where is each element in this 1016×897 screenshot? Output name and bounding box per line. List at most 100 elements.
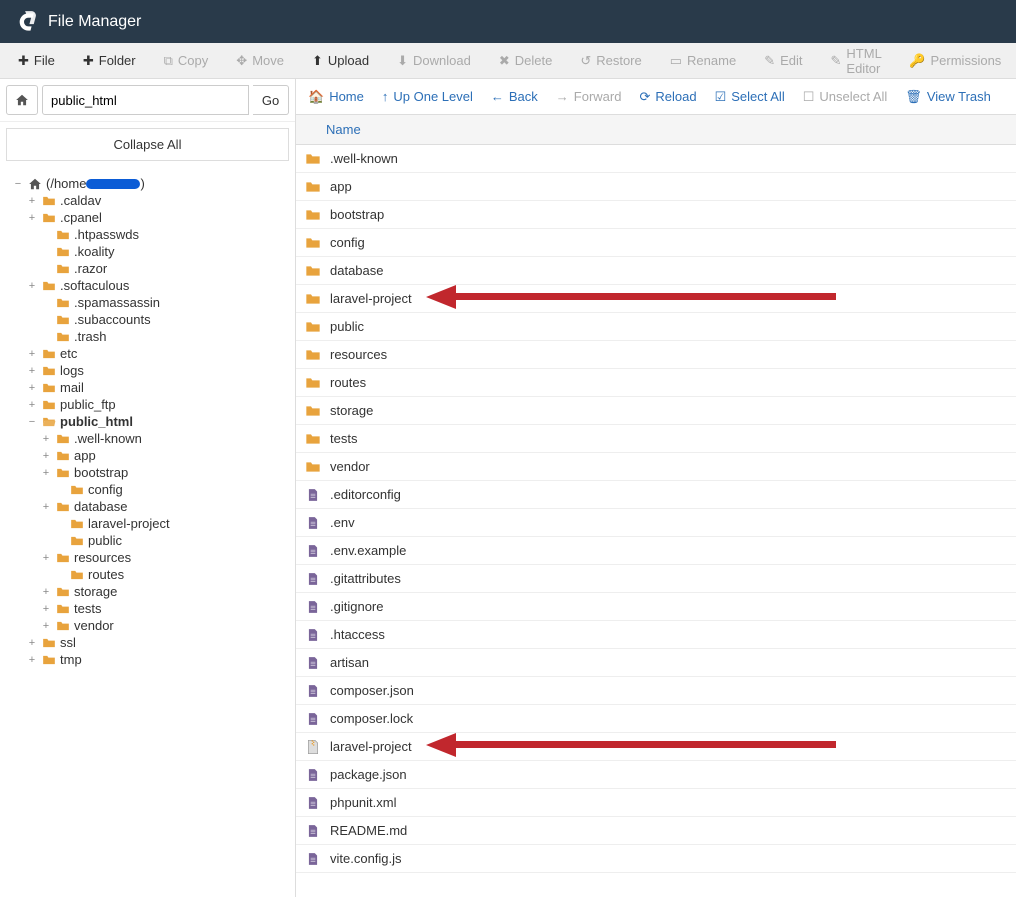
tree-toggle-icon[interactable]: − (26, 416, 38, 428)
tree-node[interactable]: +tests (4, 600, 291, 617)
tree-toggle-icon[interactable]: + (40, 433, 52, 445)
folder-icon (55, 296, 71, 310)
folder-button[interactable]: ✚Folder (73, 47, 146, 75)
file-row[interactable]: config (296, 229, 1016, 257)
tree-toggle-icon[interactable]: + (40, 450, 52, 462)
tree-toggle-icon[interactable]: + (26, 280, 38, 292)
home-button[interactable] (6, 85, 38, 115)
file-row[interactable]: README.md (296, 817, 1016, 845)
tree-toggle-icon[interactable]: + (26, 195, 38, 207)
file-row[interactable]: phpunit.xml (296, 789, 1016, 817)
nav-back-button[interactable]: ←Back (491, 89, 538, 104)
tree-toggle-icon[interactable]: + (26, 637, 38, 649)
file-row[interactable]: routes (296, 369, 1016, 397)
tree-toggle-icon[interactable]: + (40, 586, 52, 598)
tree-toggle-icon[interactable]: + (26, 212, 38, 224)
path-input[interactable] (42, 85, 249, 115)
tree-node[interactable]: +.softaculous (4, 277, 291, 294)
tree-node[interactable]: −(/home) (4, 175, 291, 192)
nav-unselect-all-button[interactable]: ☐Unselect All (803, 89, 888, 105)
tree-toggle-icon[interactable]: − (12, 178, 24, 190)
tree-node[interactable]: +bootstrap (4, 464, 291, 481)
tree-node[interactable]: .spamassassin (4, 294, 291, 311)
tree-node[interactable]: +ssl (4, 634, 291, 651)
upload-button[interactable]: ⬆Upload (302, 47, 379, 75)
nav-select-all-button[interactable]: ☑Select All (715, 89, 785, 105)
file-row[interactable]: .env (296, 509, 1016, 537)
tree-toggle-icon[interactable]: + (26, 348, 38, 360)
tree-node[interactable]: +.caldav (4, 192, 291, 209)
file-row[interactable]: .well-known (296, 145, 1016, 173)
restore-button[interactable]: ↺Restore (570, 47, 651, 75)
nav-view-trash-button[interactable]: 🗑View Trash (905, 89, 991, 105)
tree-node[interactable]: −public_html (4, 413, 291, 430)
file-row[interactable]: composer.lock (296, 705, 1016, 733)
tree-toggle-icon[interactable]: + (40, 603, 52, 615)
tree-node[interactable]: +app (4, 447, 291, 464)
tree-node[interactable]: .htpasswds (4, 226, 291, 243)
tree-node[interactable]: +logs (4, 362, 291, 379)
nav-reload-button[interactable]: ⟳Reload (639, 89, 696, 105)
tree-node[interactable]: routes (4, 566, 291, 583)
rename-button[interactable]: ▭Rename (660, 47, 746, 75)
file-row[interactable]: app (296, 173, 1016, 201)
edit-button[interactable]: ✎Edit (754, 47, 812, 75)
permissions-button[interactable]: 🔑Permissions (899, 47, 1011, 75)
file-row[interactable]: resources (296, 341, 1016, 369)
tree-toggle-icon[interactable]: + (26, 382, 38, 394)
file-row[interactable]: .env.example (296, 537, 1016, 565)
file-row[interactable]: storage (296, 397, 1016, 425)
html-editor-button[interactable]: ✎HTML Editor (821, 40, 892, 82)
nav-forward-button[interactable]: →Forward (556, 89, 622, 104)
tree-node[interactable]: +vendor (4, 617, 291, 634)
file-row[interactable]: vendor (296, 453, 1016, 481)
file-row[interactable]: package.json (296, 761, 1016, 789)
tree-toggle-icon[interactable]: + (26, 365, 38, 377)
go-button[interactable]: Go (253, 85, 289, 115)
tree-toggle-icon[interactable]: + (40, 620, 52, 632)
download-button[interactable]: ⬇Download (387, 47, 481, 75)
tree-toggle-icon[interactable]: + (26, 399, 38, 411)
column-header-name[interactable]: Name (296, 115, 1016, 145)
delete-button[interactable]: ✖Delete (489, 47, 562, 75)
file-row[interactable]: database (296, 257, 1016, 285)
file-row[interactable]: composer.json (296, 677, 1016, 705)
tree-node[interactable]: +tmp (4, 651, 291, 668)
file-row[interactable]: bootstrap (296, 201, 1016, 229)
file-row[interactable]: .editorconfig (296, 481, 1016, 509)
file-row[interactable]: .gitattributes (296, 565, 1016, 593)
tree-toggle-icon[interactable]: + (40, 552, 52, 564)
file-row[interactable]: laravel-project (296, 285, 1016, 313)
tree-node[interactable]: .razor (4, 260, 291, 277)
tree-toggle-icon[interactable]: + (40, 501, 52, 513)
file-row[interactable]: tests (296, 425, 1016, 453)
nav-home-button[interactable]: 🏠Home (308, 89, 364, 105)
file-row[interactable]: vite.config.js (296, 845, 1016, 873)
tree-node[interactable]: .trash (4, 328, 291, 345)
tree-node[interactable]: config (4, 481, 291, 498)
tree-node[interactable]: +.cpanel (4, 209, 291, 226)
file-row[interactable]: public (296, 313, 1016, 341)
file-button[interactable]: ✚File (8, 47, 65, 75)
tree-node[interactable]: +public_ftp (4, 396, 291, 413)
copy-button[interactable]: ⧉Copy (154, 47, 219, 75)
tree-node[interactable]: +etc (4, 345, 291, 362)
file-row[interactable]: .gitignore (296, 593, 1016, 621)
collapse-all-button[interactable]: Collapse All (6, 128, 289, 161)
tree-node[interactable]: +.well-known (4, 430, 291, 447)
nav-up-button[interactable]: ↑Up One Level (382, 89, 473, 104)
tree-node[interactable]: +resources (4, 549, 291, 566)
tree-node[interactable]: .koality (4, 243, 291, 260)
tree-node[interactable]: +mail (4, 379, 291, 396)
move-button[interactable]: ✥Move (226, 47, 294, 75)
tree-node[interactable]: +database (4, 498, 291, 515)
file-row[interactable]: laravel-project (296, 733, 1016, 761)
tree-toggle-icon[interactable]: + (40, 467, 52, 479)
tree-node[interactable]: .subaccounts (4, 311, 291, 328)
file-row[interactable]: .htaccess (296, 621, 1016, 649)
tree-node[interactable]: public (4, 532, 291, 549)
tree-node[interactable]: +storage (4, 583, 291, 600)
tree-toggle-icon[interactable]: + (26, 654, 38, 666)
file-row[interactable]: artisan (296, 649, 1016, 677)
tree-node[interactable]: laravel-project (4, 515, 291, 532)
